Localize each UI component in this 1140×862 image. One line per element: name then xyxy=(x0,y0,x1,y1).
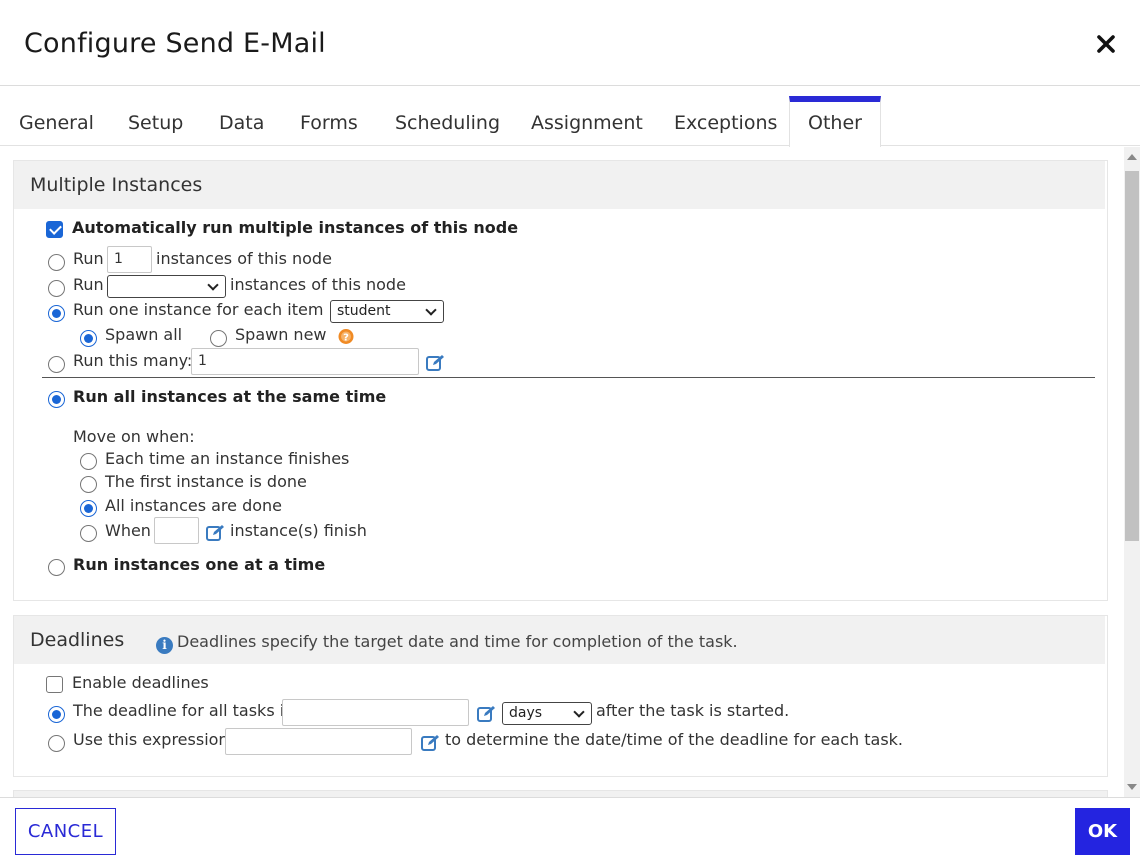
close-button[interactable] xyxy=(1094,32,1118,56)
dialog-content: Multiple Instances Automatically run mul… xyxy=(0,147,1124,797)
deadline-fixed-input[interactable] xyxy=(282,699,469,726)
deadline-expression-radio[interactable] xyxy=(48,735,65,752)
run-count-suffix: instances of this node xyxy=(156,249,332,268)
scroll-down-icon[interactable] xyxy=(1127,784,1137,790)
move-on-when-prefix: When xyxy=(105,521,151,540)
run-select-radio[interactable] xyxy=(48,280,65,297)
move-on-first-radio[interactable] xyxy=(80,476,97,493)
edit-icon[interactable] xyxy=(206,524,225,541)
move-on-each-radio[interactable] xyxy=(80,453,97,470)
deadline-expression-suffix: to determine the date/time of the deadli… xyxy=(445,730,904,749)
divider xyxy=(42,377,1095,378)
deadline-fixed-prefix: The deadline for all tasks is xyxy=(73,701,293,720)
auto-run-checkbox[interactable] xyxy=(46,221,63,238)
cancel-button[interactable]: CANCEL xyxy=(15,808,116,855)
dialog-title: Configure Send E-Mail xyxy=(24,28,326,59)
auto-run-label: Automatically run multiple instances of … xyxy=(72,218,519,237)
run-each-value: student xyxy=(337,303,391,319)
deadline-fixed-radio[interactable] xyxy=(48,706,65,723)
run-count-prefix: Run xyxy=(73,249,104,268)
move-on-all-label: All instances are done xyxy=(105,496,283,515)
move-on-first-label: The first instance is done xyxy=(105,472,307,491)
content-scrollbar[interactable] xyxy=(1124,147,1140,797)
tab-general[interactable]: General xyxy=(19,96,94,146)
move-on-when-input[interactable] xyxy=(154,517,199,544)
dialog-footer: CANCEL OK xyxy=(0,797,1140,862)
multiple-instances-title: Multiple Instances xyxy=(30,174,203,196)
deadline-expression-prefix: Use this expression xyxy=(73,730,229,749)
tab-exceptions[interactable]: Exceptions xyxy=(674,96,777,146)
run-count-input[interactable]: 1 xyxy=(107,246,152,273)
spawn-all-label: Spawn all xyxy=(105,325,183,344)
deadlines-note-text: Deadlines specify the target date and ti… xyxy=(177,632,738,651)
move-on-each-label: Each time an instance finishes xyxy=(105,449,350,468)
dialog-header: Configure Send E-Mail xyxy=(0,0,1140,86)
scroll-thumb[interactable] xyxy=(1125,171,1139,541)
run-each-radio[interactable] xyxy=(48,305,65,322)
run-count-radio[interactable] xyxy=(48,254,65,271)
spawn-all-radio[interactable] xyxy=(80,330,97,347)
multiple-instances-panel: Multiple Instances Automatically run mul… xyxy=(13,160,1108,601)
deadline-fixed-suffix: after the task is started. xyxy=(596,701,790,720)
deadlines-title: Deadlines xyxy=(30,629,125,651)
run-each-dropdown[interactable]: student xyxy=(330,300,444,323)
enable-deadlines-checkbox[interactable] xyxy=(46,676,63,693)
warning-icon[interactable]: ? xyxy=(337,328,355,345)
one-at-a-time-radio[interactable] xyxy=(48,559,65,576)
deadline-unit-dropdown[interactable]: days xyxy=(502,702,592,725)
scroll-up-icon[interactable] xyxy=(1127,154,1137,160)
run-select-prefix: Run xyxy=(73,275,104,294)
chevron-down-icon xyxy=(573,706,585,718)
spawn-new-label: Spawn new xyxy=(235,325,327,344)
run-many-input[interactable]: 1 xyxy=(191,348,419,375)
tab-forms[interactable]: Forms xyxy=(300,96,358,146)
tab-scheduling[interactable]: Scheduling xyxy=(395,96,500,146)
multiple-instances-header: Multiple Instances xyxy=(14,161,1105,209)
deadline-expression-input[interactable] xyxy=(225,728,412,755)
run-many-prefix: Run this many: xyxy=(73,351,193,370)
deadlines-note: i Deadlines specify the target date and t… xyxy=(156,632,738,654)
run-many-radio[interactable] xyxy=(48,356,65,373)
run-select-dropdown[interactable] xyxy=(107,275,226,298)
chevron-down-icon xyxy=(425,304,437,316)
edit-icon[interactable] xyxy=(477,705,496,722)
deadlines-header: Deadlines i Deadlines specify the target … xyxy=(14,616,1105,664)
svg-text:?: ? xyxy=(343,333,349,344)
ok-button[interactable]: OK xyxy=(1075,808,1130,855)
chevron-down-icon xyxy=(207,279,219,291)
run-select-suffix: instances of this node xyxy=(230,275,406,294)
move-on-all-radio[interactable] xyxy=(80,500,97,517)
spawn-new-radio[interactable] xyxy=(210,330,227,347)
tab-data[interactable]: Data xyxy=(219,96,264,146)
info-icon: i xyxy=(156,637,173,654)
tab-assignment[interactable]: Assignment xyxy=(531,96,643,146)
run-each-prefix: Run one instance for each item in xyxy=(73,300,344,319)
same-time-label: Run all instances at the same time xyxy=(73,387,387,406)
edit-icon[interactable] xyxy=(421,734,440,751)
deadlines-panel: Deadlines i Deadlines specify the target … xyxy=(13,615,1108,777)
enable-deadlines-label: Enable deadlines xyxy=(72,673,209,692)
same-time-radio[interactable] xyxy=(48,391,65,408)
one-at-a-time-label: Run instances one at a time xyxy=(73,555,326,574)
next-panel-header xyxy=(13,790,1108,797)
close-icon xyxy=(1097,35,1115,53)
move-on-when-suffix: instance(s) finish xyxy=(230,521,367,540)
tab-setup[interactable]: Setup xyxy=(128,96,183,146)
deadline-unit-value: days xyxy=(509,705,543,721)
tab-bar: General Setup Data Forms Scheduling Assi… xyxy=(0,96,1140,147)
move-on-label: Move on when: xyxy=(73,427,195,446)
edit-icon[interactable] xyxy=(426,354,445,371)
tab-other[interactable]: Other xyxy=(789,96,881,147)
move-on-when-radio[interactable] xyxy=(80,525,97,542)
